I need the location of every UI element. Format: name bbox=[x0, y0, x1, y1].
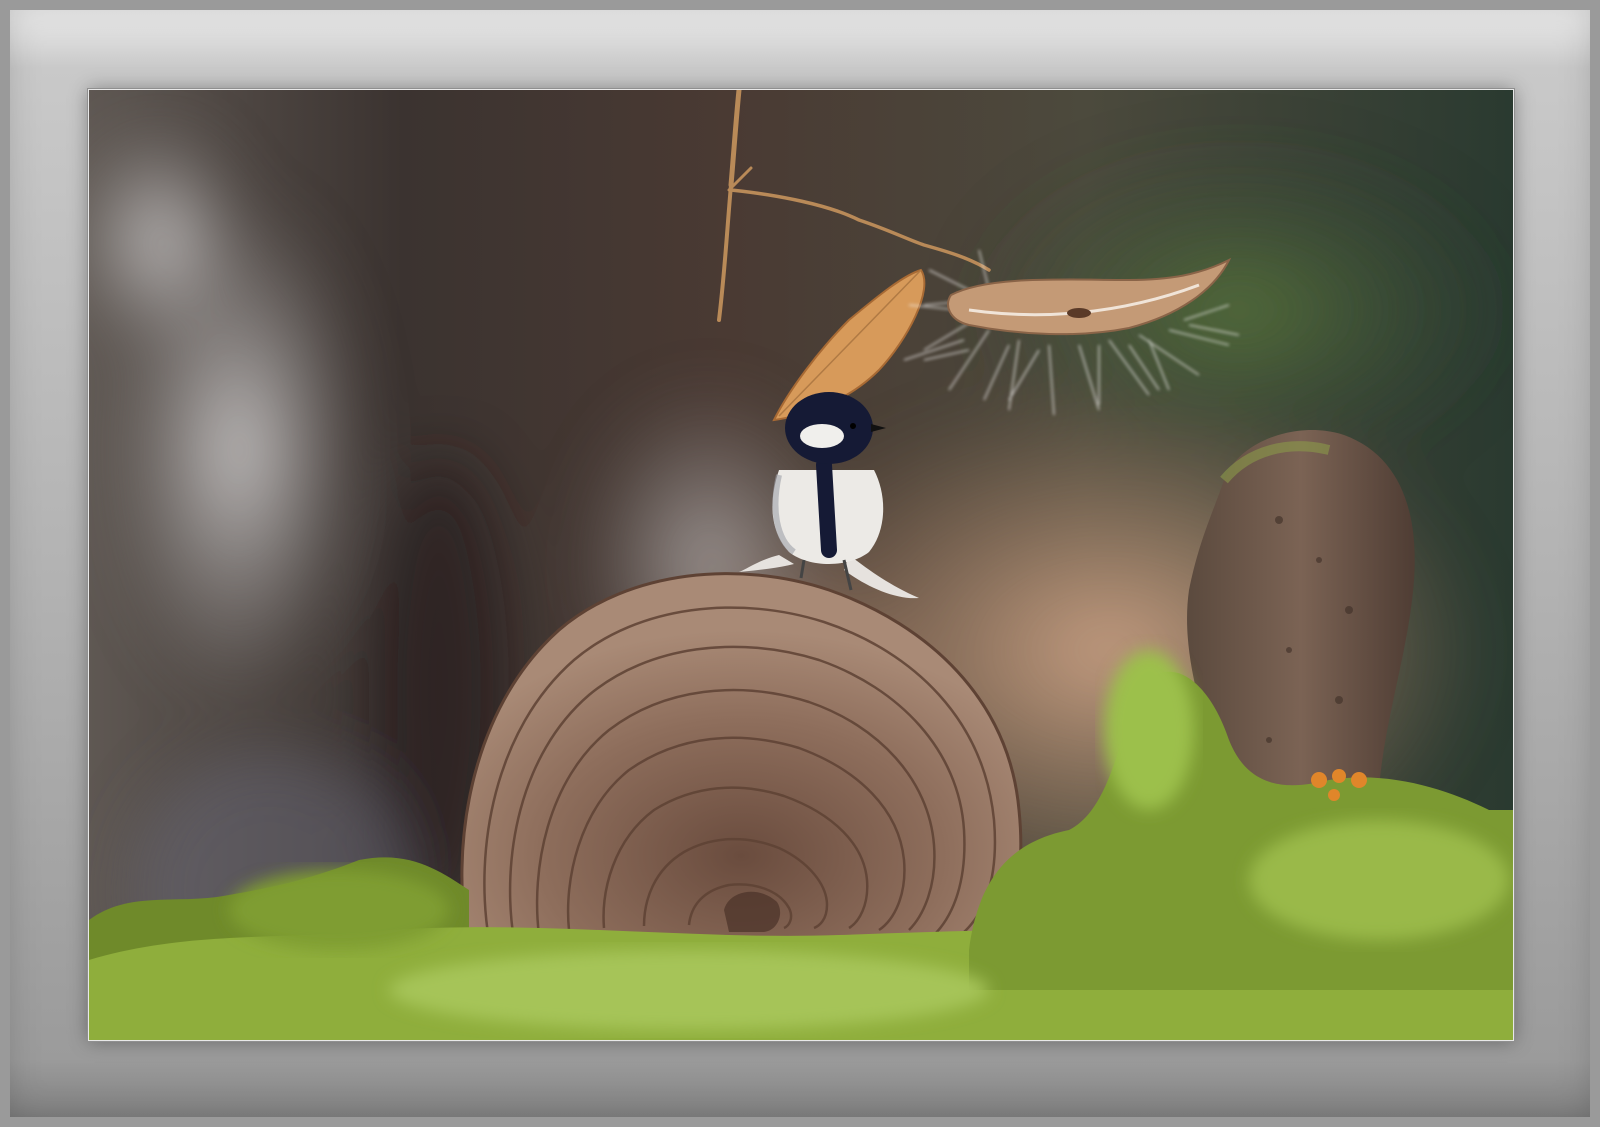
photo bbox=[88, 89, 1514, 1041]
photo-canvas bbox=[89, 90, 1513, 1040]
